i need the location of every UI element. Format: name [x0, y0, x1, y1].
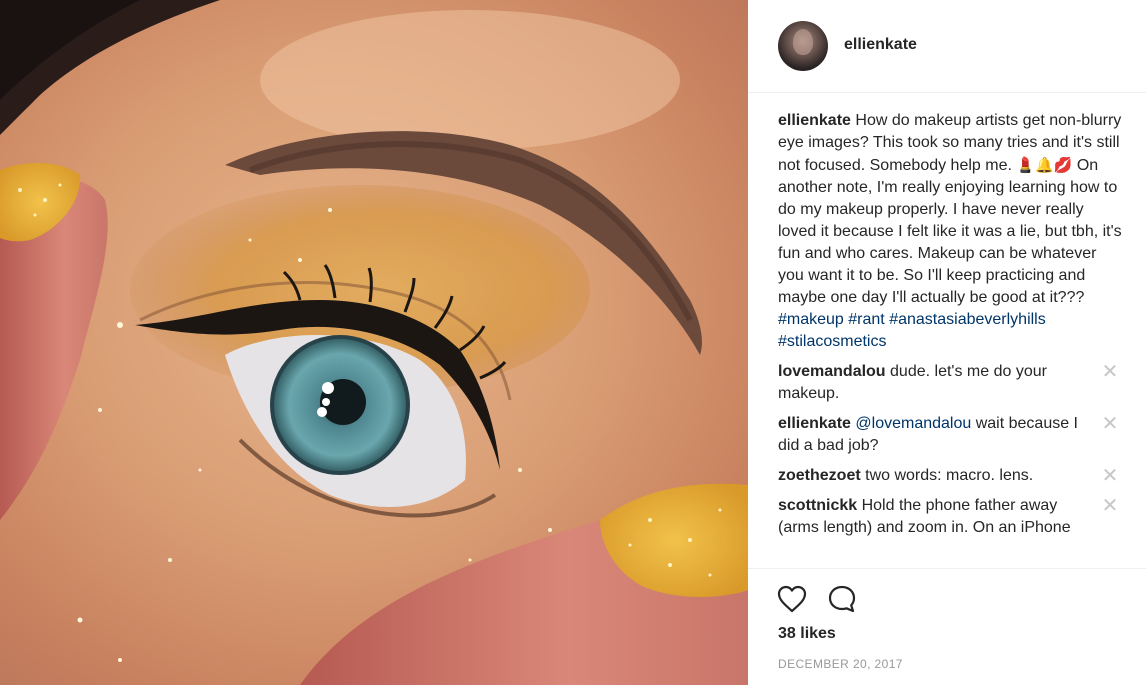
- post-photo-illustration: [0, 0, 748, 685]
- post-image[interactable]: [0, 0, 748, 685]
- comment-item: ellienkate @lovemandalou wait because I …: [778, 413, 1123, 457]
- comment-username[interactable]: lovemandalou: [778, 363, 886, 380]
- comment-username[interactable]: scottnickk: [778, 497, 857, 514]
- comment-username[interactable]: zoethezoet: [778, 467, 861, 484]
- post-header: ellienkate: [748, 0, 1146, 93]
- comment-username[interactable]: ellienkate: [778, 415, 851, 432]
- comment-item: scottnickk Hold the phone father away (a…: [778, 495, 1123, 539]
- comment-mention[interactable]: @lovemandalou: [855, 415, 971, 432]
- caption-text-end: On another note, I'm really enjoying lea…: [778, 157, 1122, 306]
- post-sidebar: ellienkate ellienkate How do makeup arti…: [748, 0, 1146, 685]
- hashtag-link[interactable]: #makeup: [778, 311, 844, 328]
- author-username[interactable]: ellienkate: [844, 36, 917, 54]
- close-icon[interactable]: ✕: [1099, 413, 1121, 435]
- caption-emojis: 💄🔔💋: [1016, 156, 1073, 174]
- hashtag-link[interactable]: #anastasiabeverlyhills: [889, 311, 1046, 328]
- caption-username[interactable]: ellienkate: [778, 112, 851, 129]
- heart-icon[interactable]: [776, 583, 808, 615]
- comment-item: lovemandalou dude. let's me do your make…: [778, 361, 1123, 405]
- post-date[interactable]: DECEMBER 20, 2017: [778, 657, 903, 671]
- author-avatar[interactable]: [778, 21, 828, 71]
- hashtag-link[interactable]: #rant: [848, 311, 884, 328]
- close-icon[interactable]: ✕: [1099, 361, 1121, 383]
- hashtag-link[interactable]: #stilacosmetics: [778, 333, 886, 350]
- post-caption: ellienkate How do makeup artists get non…: [778, 110, 1123, 353]
- close-icon[interactable]: ✕: [1099, 465, 1121, 487]
- post-actions: 38 likes DECEMBER 20, 2017: [748, 568, 1146, 686]
- comment-item: zoethezoet two words: macro. lens. ✕: [778, 465, 1123, 487]
- close-icon[interactable]: ✕: [1099, 495, 1121, 517]
- likes-count[interactable]: 38 likes: [778, 625, 836, 643]
- comments-list[interactable]: ellienkate How do makeup artists get non…: [778, 110, 1123, 568]
- speech-bubble-icon[interactable]: [826, 583, 858, 615]
- comment-text: two words: macro. lens.: [865, 467, 1034, 484]
